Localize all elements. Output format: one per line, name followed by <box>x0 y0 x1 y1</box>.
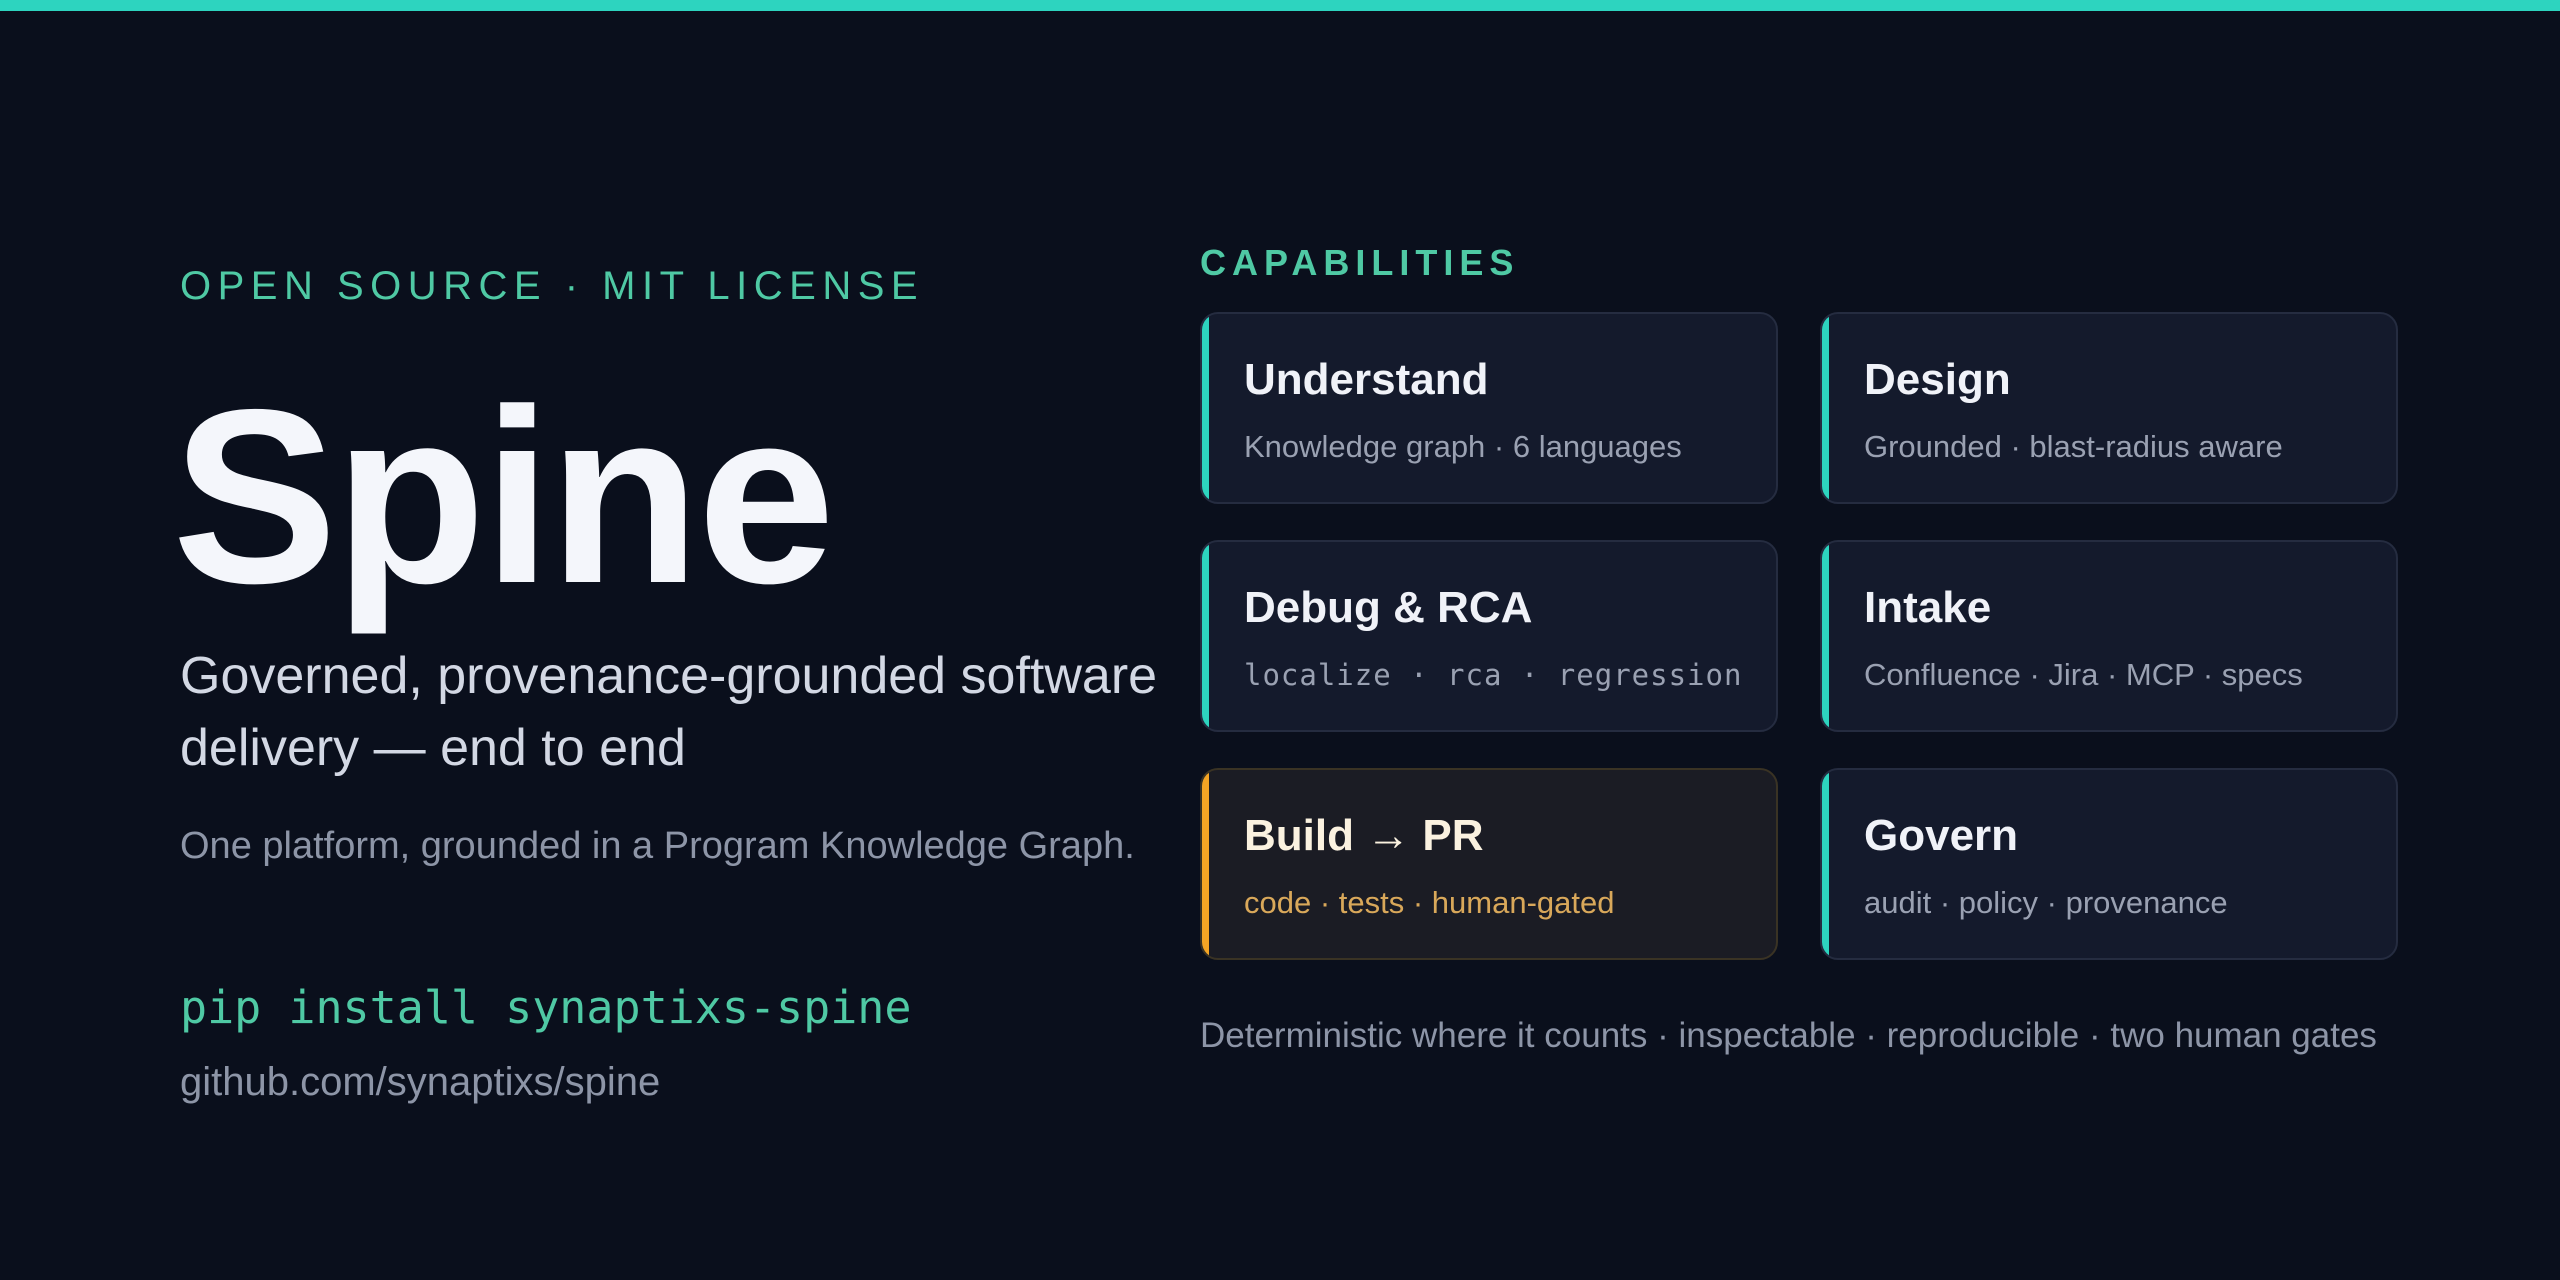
capabilities-footer-note: Deterministic where it counts · inspecta… <box>1200 1016 2377 1055</box>
capabilities-heading: CAPABILITIES <box>1200 242 1520 283</box>
card-description: Knowledge graph · 6 languages <box>1244 429 1682 464</box>
card-description: code · tests · human-gated <box>1244 885 1615 920</box>
capability-card-govern: Govern audit · policy · provenance <box>1820 768 2398 960</box>
product-tagline: One platform, grounded in a Program Know… <box>180 825 1135 867</box>
card-description: localize · rca · regression <box>1244 658 1743 692</box>
card-description: Confluence · Jira · MCP · specs <box>1864 657 2303 692</box>
top-accent-bar <box>0 0 2560 11</box>
capability-card-build-pr: Build → PR code · tests · human-gated <box>1200 768 1778 960</box>
card-description: audit · policy · provenance <box>1864 885 2228 920</box>
repo-link[interactable]: github.com/synaptixs/spine <box>180 1058 660 1106</box>
card-title: Govern <box>1864 811 2019 860</box>
product-title: Spine <box>172 357 835 635</box>
card-title: Debug & RCA <box>1244 583 1533 632</box>
capability-card-intake: Intake Confluence · Jira · MCP · specs <box>1820 540 2398 732</box>
capability-card-understand: Understand Knowledge graph · 6 languages <box>1200 312 1778 504</box>
install-command: pip install synaptixs-spine <box>180 981 912 1034</box>
capability-card-design: Design Grounded · blast-radius aware <box>1820 312 2398 504</box>
card-accent-stripe <box>1202 770 1209 958</box>
card-title: Intake <box>1864 583 1992 632</box>
card-accent-stripe <box>1822 314 1829 502</box>
card-title: Design <box>1864 355 2011 404</box>
card-accent-stripe <box>1822 542 1829 730</box>
card-description: Grounded · blast-radius aware <box>1864 429 2283 464</box>
license-eyebrow: OPEN SOURCE · MIT LICENSE <box>180 264 925 308</box>
product-subtitle: Governed, provenance-grounded software d… <box>180 647 1158 777</box>
capability-card-debug-rca: Debug & RCA localize · rca · regression <box>1200 540 1778 732</box>
card-accent-stripe <box>1822 770 1829 958</box>
card-title: Build → PR <box>1244 811 1484 860</box>
card-accent-stripe <box>1202 542 1209 730</box>
card-title: Understand <box>1244 355 1489 404</box>
card-accent-stripe <box>1202 314 1209 502</box>
